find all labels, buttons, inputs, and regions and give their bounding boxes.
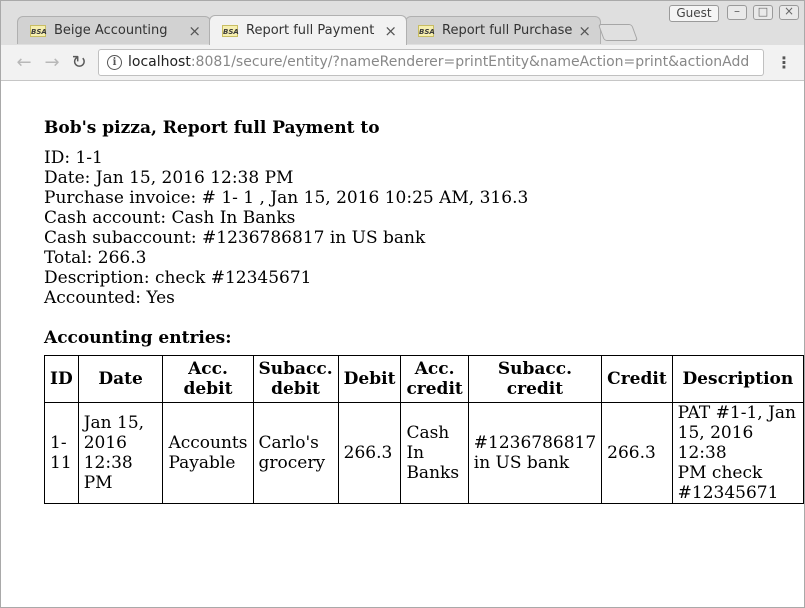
url-text: localhost:8081/secure/entity/?nameRender… — [128, 54, 749, 70]
column-header-subacc-credit: Subacc. credit — [467, 355, 603, 403]
menu-dots-icon[interactable]: ⋮ — [776, 53, 792, 73]
column-header-acc-debit: Acc. debit — [162, 355, 254, 403]
back-arrow-icon[interactable]: ← — [14, 53, 34, 73]
close-window-button[interactable]: × — [779, 4, 799, 20]
close-icon[interactable]: × — [384, 22, 397, 40]
forward-arrow-icon[interactable]: → — [42, 53, 62, 73]
field-total: Total: 266.3 — [44, 248, 147, 268]
info-icon[interactable]: i — [107, 55, 122, 70]
entries-title: Accounting entries: — [44, 328, 232, 348]
tab-report-full-purchase[interactable]: BSA Report full Purchase × — [405, 16, 601, 44]
page-content: Bob's pizza, Report full Payment to ID: … — [1, 81, 805, 607]
field-date: Date: Jan 15, 2016 12:38 PM — [44, 168, 294, 188]
cell-date: Jan 15, 2016 12:38 PM — [77, 402, 164, 504]
field-id: ID: 1-1 — [44, 148, 103, 168]
cell-acc-credit: Cash In Banks — [400, 402, 469, 504]
table-row: 1- 11 Jan 15, 2016 12:38 PM Accounts Pay… — [44, 402, 805, 504]
tab-report-full-payment[interactable]: BSA Report full Payment × — [209, 15, 407, 45]
cell-subacc-debit: Carlo's grocery — [252, 402, 339, 504]
cell-acc-debit: Accounts Payable — [162, 402, 254, 504]
new-tab-button[interactable] — [597, 24, 639, 41]
tab-title: Report full Purchase — [442, 23, 572, 38]
column-header-subacc-debit: Subacc. debit — [252, 355, 339, 403]
cell-id: 1- 11 — [44, 402, 79, 504]
close-window-icon: × — [783, 4, 795, 18]
field-description: Description: check #12345671 — [44, 268, 312, 288]
field-cash-subaccount: Cash subaccount: #1236786817 in US bank — [44, 228, 426, 248]
minimize-icon: – — [734, 4, 740, 18]
bsa-favicon-icon: BSA — [30, 25, 47, 37]
report-fields: ID: 1-1 Date: Jan 15, 2016 12:38 PM Purc… — [44, 148, 528, 308]
field-accounted: Accounted: Yes — [44, 288, 175, 308]
url-path: :8081/secure/entity/?nameRenderer=printE… — [190, 54, 750, 70]
tab-strip: BSA Beige Accounting × BSA Report full P… — [1, 1, 804, 45]
tab-title: Beige Accounting — [54, 23, 168, 38]
tab-title: Report full Payment — [246, 23, 375, 38]
maximize-icon: □ — [757, 5, 769, 18]
bsa-favicon-icon: BSA — [222, 25, 239, 37]
column-header-description: Description — [671, 355, 805, 403]
column-header-credit: Credit — [601, 355, 673, 403]
column-header-acc-credit: Acc. credit — [400, 355, 469, 403]
minimize-button[interactable]: – — [727, 4, 747, 20]
accounting-entries-table: ID Date Acc. debit Subacc. debit Debit A… — [44, 355, 805, 504]
column-header-date: Date — [77, 355, 164, 403]
browser-window: BSA Beige Accounting × BSA Report full P… — [0, 0, 805, 608]
browser-toolbar: ← → ↻ i localhost:8081/secure/entity/?na… — [1, 45, 804, 81]
url-host: localhost — [128, 54, 191, 70]
bsa-favicon-icon: BSA — [418, 25, 435, 37]
cell-debit: 266.3 — [337, 402, 402, 504]
column-header-id: ID — [44, 355, 79, 403]
guest-profile-button[interactable]: Guest — [669, 5, 719, 22]
report-title: Bob's pizza, Report full Payment to — [44, 118, 380, 138]
reload-icon[interactable]: ↻ — [69, 53, 89, 73]
close-icon[interactable]: × — [578, 22, 591, 40]
cell-description: PAT #1-1, Jan 15, 2016 12:38 PM check #1… — [671, 402, 805, 504]
address-bar[interactable]: i localhost:8081/secure/entity/?nameRend… — [98, 49, 764, 76]
close-icon[interactable]: × — [188, 22, 201, 40]
cell-credit: 266.3 — [601, 402, 673, 504]
field-cash-account: Cash account: Cash In Banks — [44, 208, 296, 228]
tab-beige-accounting[interactable]: BSA Beige Accounting × — [17, 16, 211, 44]
table-header-row: ID Date Acc. debit Subacc. debit Debit A… — [44, 355, 805, 403]
cell-subacc-credit: #1236786817 in US bank — [467, 402, 603, 504]
field-purchase-invoice: Purchase invoice: # 1- 1 , Jan 15, 2016 … — [44, 188, 529, 208]
maximize-button[interactable]: □ — [753, 5, 773, 20]
column-header-debit: Debit — [337, 355, 402, 403]
